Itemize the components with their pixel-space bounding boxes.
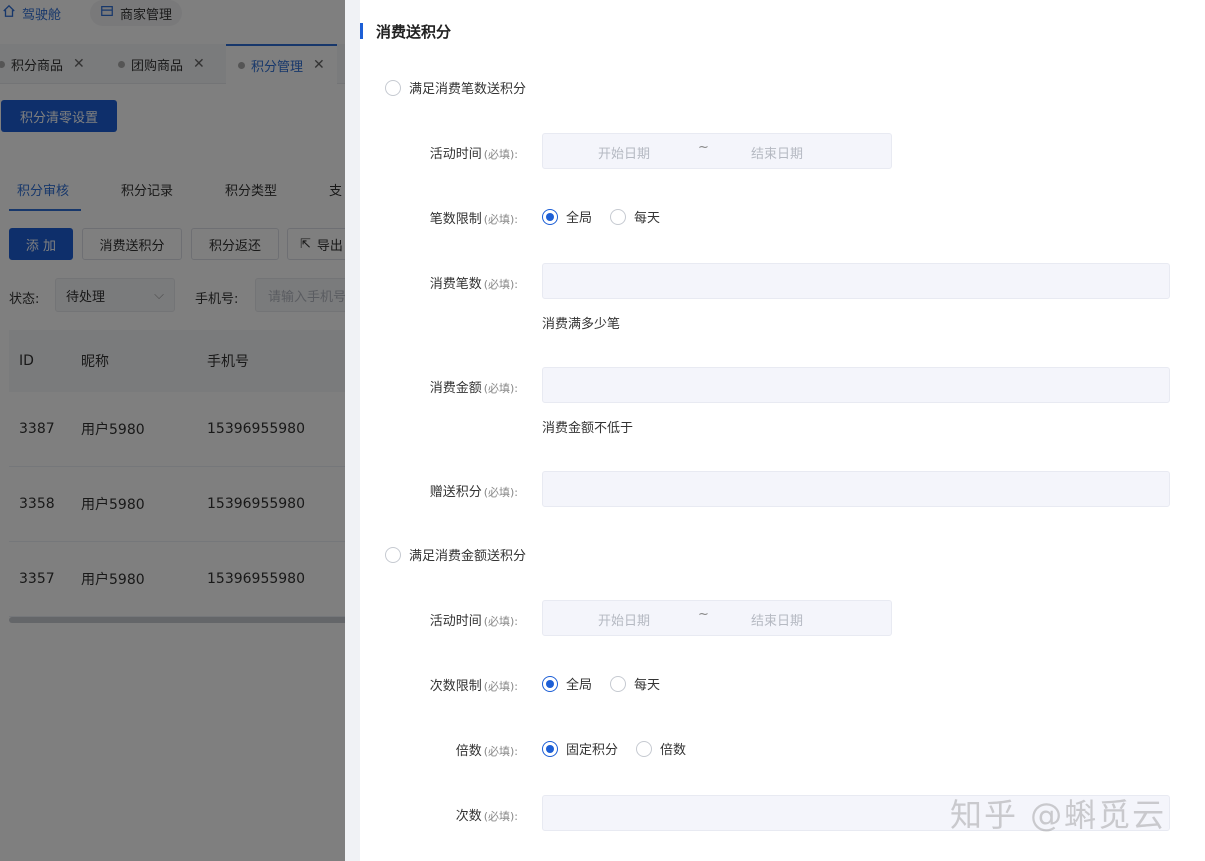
gift-points-label: 赠送积分 (必填): [345, 481, 518, 500]
label-text: 活动时间 [429, 147, 482, 162]
activity-date-range-picker[interactable]: 开始日期 ~ 结束日期 [542, 133, 892, 169]
required-tag: (必填): [483, 810, 518, 823]
count-limit-label: 笔数限制 (必填): [345, 208, 518, 227]
option-global[interactable]: 全局 [542, 207, 592, 226]
gift-points-input[interactable] [542, 471, 1170, 507]
drawer-left-rail [345, 0, 360, 861]
range-separator: ~ [698, 607, 709, 622]
required-tag: (必填): [483, 680, 518, 693]
times-limit-options: 全局 每天 [542, 674, 660, 693]
times-limit-label: 次数限制 (必填): [345, 675, 518, 694]
required-tag: (必填): [483, 745, 518, 758]
range-separator: ~ [698, 140, 709, 155]
radio-circle-icon [610, 208, 627, 225]
option-daily[interactable]: 每天 [610, 207, 660, 226]
activity-date-range-picker-2[interactable]: 开始日期 ~ 结束日期 [542, 600, 892, 636]
consume-count-label: 消费笔数 (必填): [345, 273, 518, 292]
label-text: 消费金额 [429, 381, 482, 396]
radio-amount-based[interactable]: 满足消费金额送积分 [385, 545, 526, 564]
required-tag: (必填): [483, 486, 518, 499]
label-text: 消费笔数 [429, 277, 482, 292]
option-label: 全局 [566, 678, 593, 693]
consume-count-help: 消费满多少笔 [542, 317, 621, 332]
radio-circle-icon [610, 675, 627, 692]
option-label: 每天 [634, 678, 661, 693]
activity-time-label: 活动时间 (必填): [345, 143, 518, 162]
radio-checked-icon [542, 740, 558, 757]
label-text: 次数限制 [429, 679, 482, 694]
end-date-placeholder: 结束日期 [751, 614, 804, 629]
start-date-placeholder: 开始日期 [598, 614, 651, 629]
activity-time-label-2: 活动时间 (必填): [345, 610, 518, 629]
consume-amount-input[interactable] [542, 367, 1170, 403]
consume-amount-label: 消费金额 (必填): [345, 377, 518, 396]
required-tag: (必填): [483, 615, 518, 628]
watermark-text: 知乎 @蝌觅云 [950, 796, 1167, 834]
option-multiple[interactable]: 倍数 [636, 739, 686, 758]
label-text: 赠送积分 [429, 485, 482, 500]
option-label: 固定积分 [566, 743, 619, 758]
required-tag: (必填): [483, 213, 518, 226]
option-label: 每天 [634, 211, 661, 226]
option-global[interactable]: 全局 [542, 674, 592, 693]
radio-label: 满足消费笔数送积分 [409, 82, 527, 97]
radio-label: 满足消费金额送积分 [409, 549, 527, 564]
required-tag: (必填): [483, 278, 518, 291]
radio-count-based[interactable]: 满足消费笔数送积分 [385, 78, 526, 97]
label-text: 倍数 [455, 744, 482, 759]
option-label: 倍数 [660, 743, 687, 758]
count-limit-options: 全局 每天 [542, 207, 660, 226]
multiple-label: 倍数 (必填): [345, 740, 518, 759]
required-tag: (必填): [483, 148, 518, 161]
required-tag: (必填): [483, 382, 518, 395]
start-date-placeholder: 开始日期 [598, 147, 651, 162]
option-label: 全局 [566, 211, 593, 226]
consume-count-input[interactable] [542, 263, 1170, 299]
consume-points-drawer: 消费送积分 满足消费笔数送积分 活动时间 (必填): 开始日期 ~ 结束日期 笔数… [345, 0, 1205, 861]
label-text: 笔数限制 [429, 212, 482, 227]
radio-checked-icon [542, 675, 558, 692]
end-date-placeholder: 结束日期 [751, 147, 804, 162]
multiple-options: 固定积分 倍数 [542, 739, 686, 758]
label-text: 活动时间 [429, 614, 482, 629]
radio-circle-icon [636, 740, 653, 757]
drawer-title: 消费送积分 [360, 20, 451, 42]
radio-circle-icon [385, 79, 401, 96]
option-daily[interactable]: 每天 [610, 674, 660, 693]
times-label: 次数 (必填): [345, 805, 518, 824]
label-text: 次数 [455, 809, 482, 824]
radio-checked-icon [542, 208, 558, 225]
option-fixed-points[interactable]: 固定积分 [542, 739, 618, 758]
consume-amount-help: 消费金额不低于 [542, 421, 634, 436]
radio-circle-icon [385, 546, 401, 563]
